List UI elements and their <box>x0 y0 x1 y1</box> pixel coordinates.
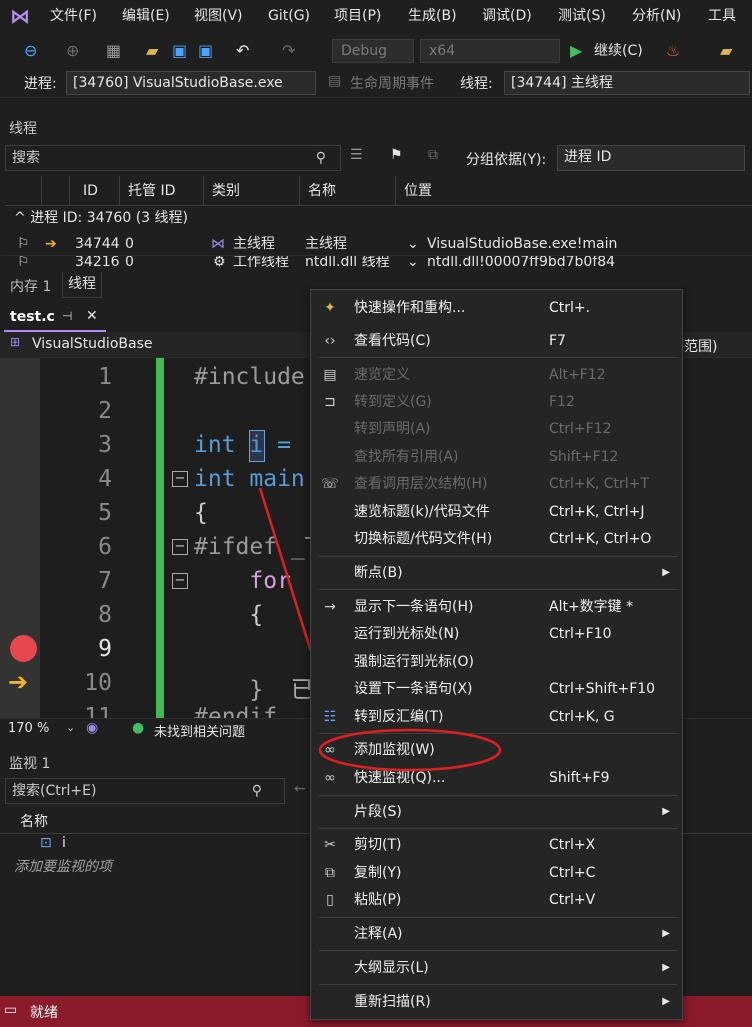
annotation-ellipse-overlay <box>318 728 502 772</box>
annotation-ellipse <box>318 728 502 772</box>
